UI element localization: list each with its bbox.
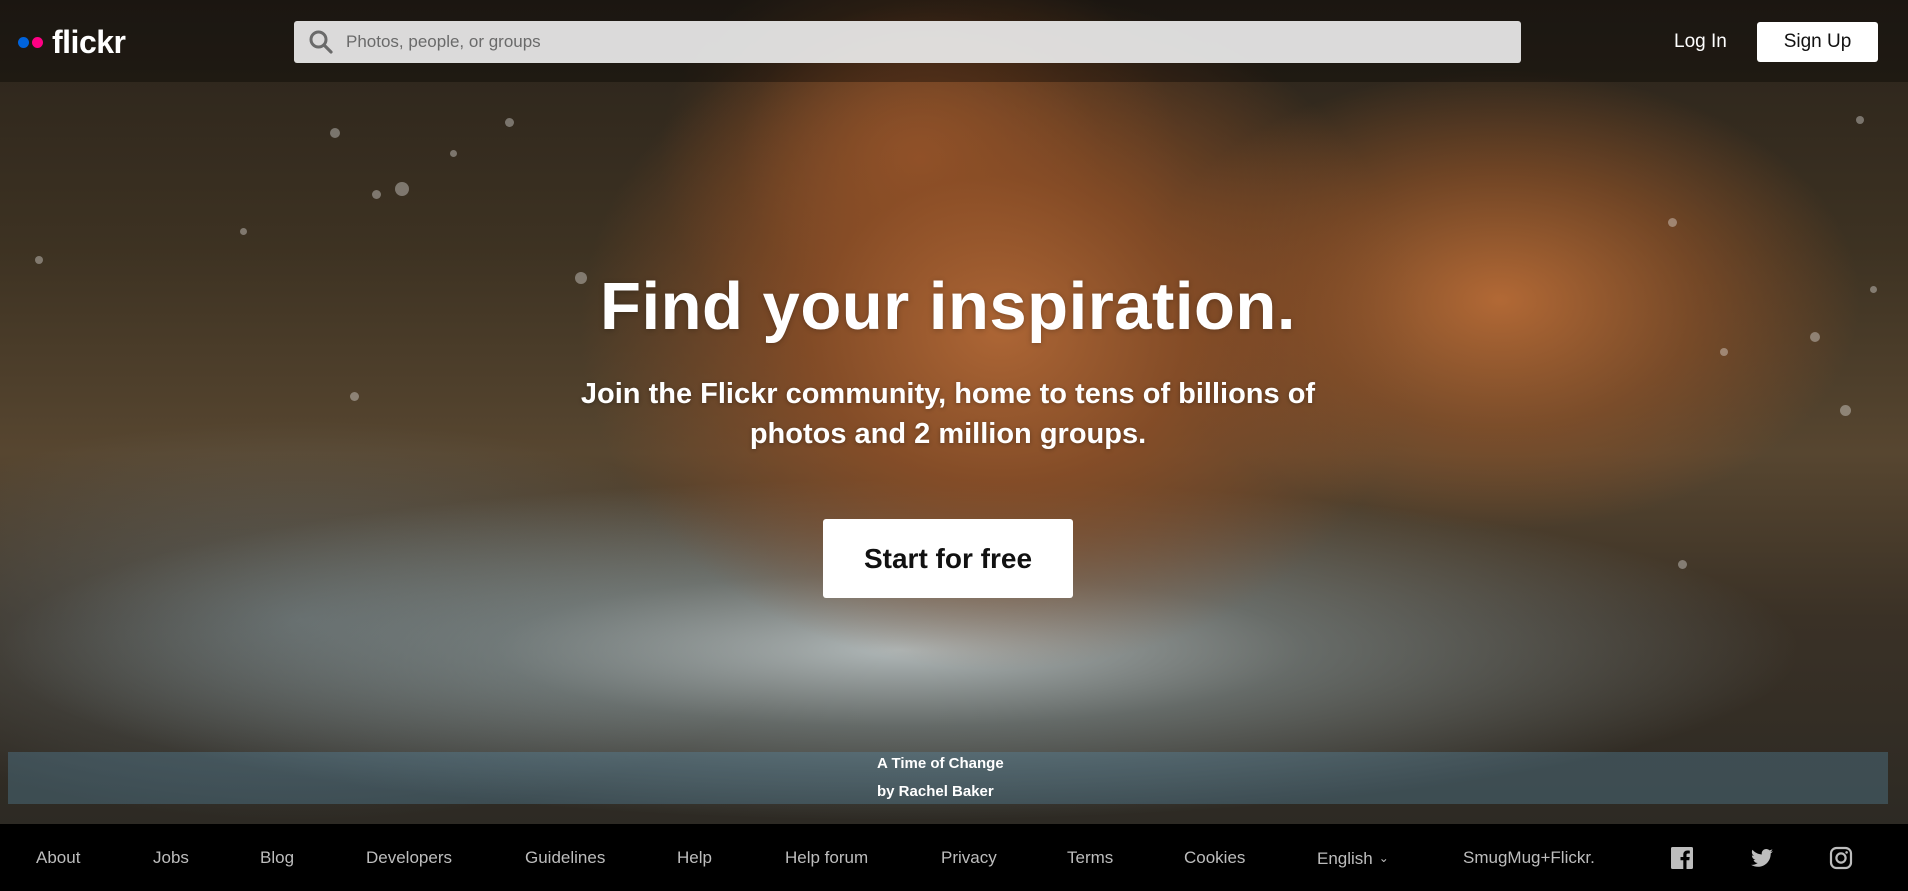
footer-link-cookies[interactable]: Cookies bbox=[1184, 846, 1245, 870]
footer-link-about[interactable]: About bbox=[36, 846, 80, 870]
footer-link-blog[interactable]: Blog bbox=[260, 846, 294, 870]
hero-headline: Find your inspiration. bbox=[600, 269, 1296, 344]
logo-pink-dot bbox=[32, 36, 43, 48]
start-for-free-button[interactable]: Start for free bbox=[823, 519, 1073, 598]
footer-link-help-forum[interactable]: Help forum bbox=[785, 846, 868, 870]
photo-author[interactable]: by Rachel Baker bbox=[877, 778, 1004, 806]
footer-link-developers[interactable]: Developers bbox=[366, 846, 452, 870]
flickr-landing-page: flickr Log In Sign Up Find your inspirat… bbox=[0, 0, 1908, 891]
footer-link-terms[interactable]: Terms bbox=[1067, 846, 1113, 870]
hero-subtitle: Join the Flickr community, home to tens … bbox=[580, 378, 1316, 450]
photo-title[interactable]: A Time of Change bbox=[877, 750, 1004, 778]
facebook-icon[interactable] bbox=[1670, 846, 1694, 870]
footer-link-help[interactable]: Help bbox=[677, 846, 712, 870]
smugmug-flickr-link[interactable]: SmugMug+Flickr. bbox=[1463, 846, 1595, 870]
footer: About Jobs Blog Developers Guidelines He… bbox=[0, 824, 1908, 891]
twitter-icon[interactable] bbox=[1750, 846, 1774, 870]
search-bar[interactable] bbox=[294, 21, 1521, 63]
logo-text: flickr bbox=[52, 24, 126, 60]
footer-link-privacy[interactable]: Privacy bbox=[941, 846, 997, 870]
language-selector[interactable]: English ⌄ bbox=[1317, 846, 1389, 871]
search-icon[interactable] bbox=[308, 29, 334, 55]
flickr-logo[interactable]: flickr bbox=[18, 22, 126, 62]
top-navigation-bar: flickr Log In Sign Up bbox=[0, 0, 1908, 82]
logo-blue-dot bbox=[18, 36, 29, 48]
language-label: English bbox=[1317, 849, 1373, 868]
footer-link-jobs[interactable]: Jobs bbox=[153, 846, 189, 870]
instagram-icon[interactable] bbox=[1829, 846, 1853, 870]
signup-button[interactable]: Sign Up bbox=[1757, 22, 1878, 62]
search-input[interactable] bbox=[344, 31, 1448, 53]
login-button[interactable]: Log In bbox=[1660, 26, 1741, 58]
footer-link-guidelines[interactable]: Guidelines bbox=[525, 846, 605, 870]
chevron-down-icon: ⌄ bbox=[1378, 851, 1389, 865]
photo-credit[interactable]: A Time of Change by Rachel Baker bbox=[877, 750, 1004, 806]
